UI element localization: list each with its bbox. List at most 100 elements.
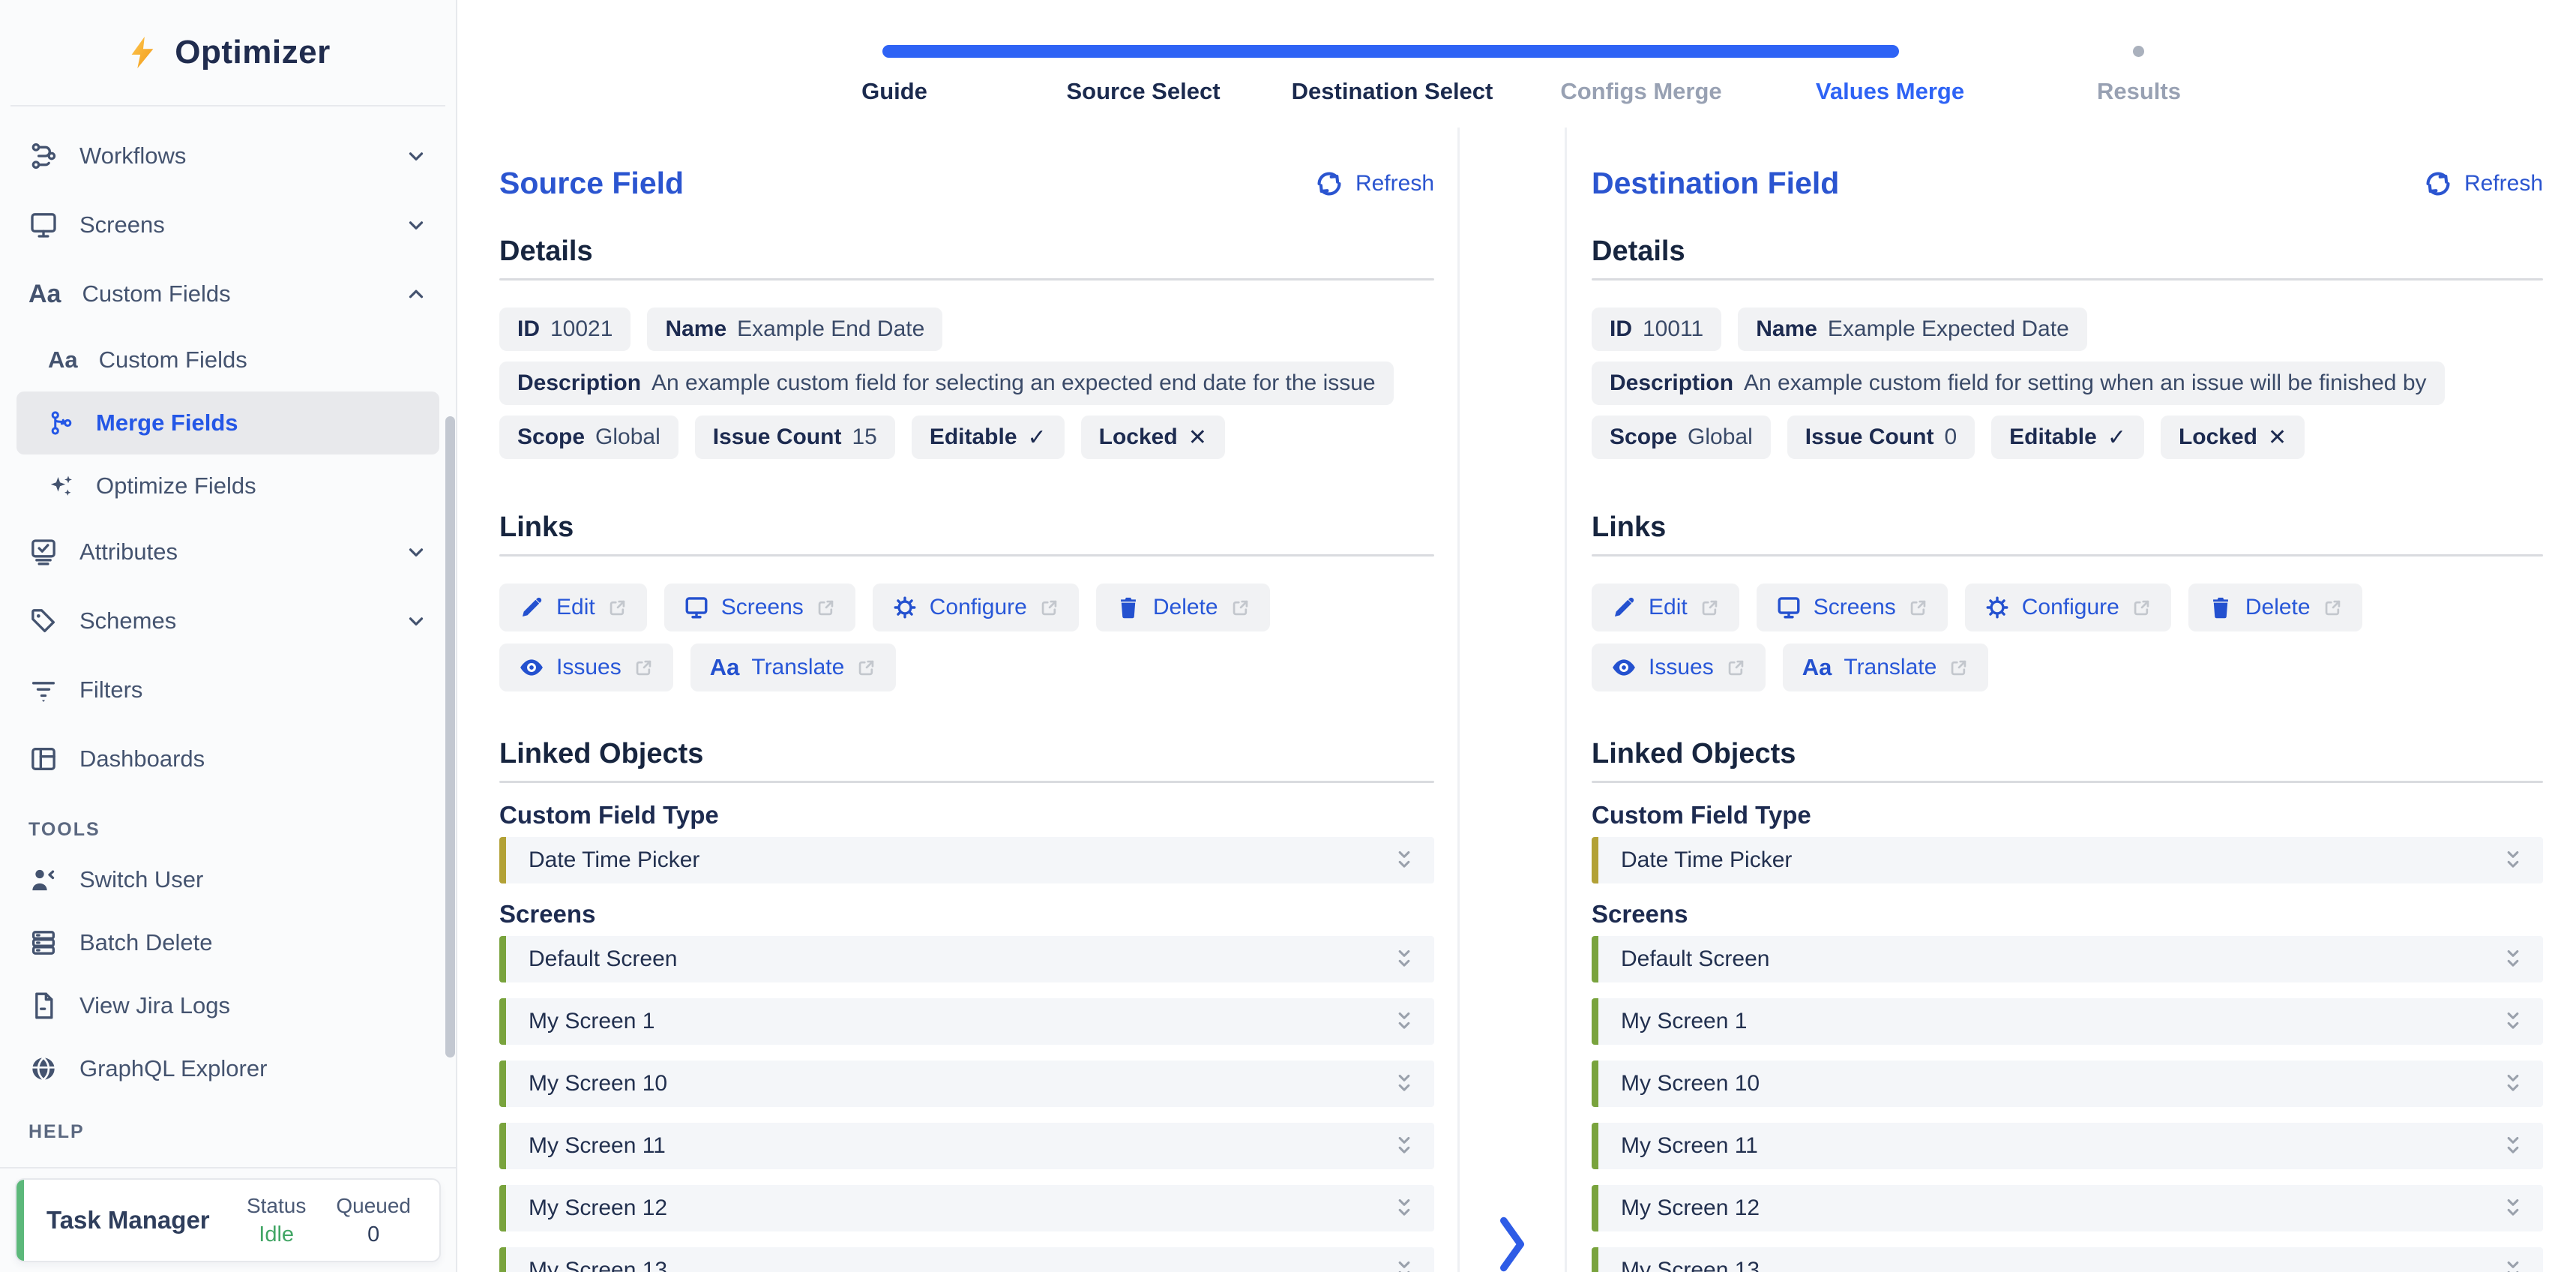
sidebar-item-graphql-explorer[interactable]: GraphQL Explorer	[16, 1037, 439, 1100]
sidebar-item-switch-user[interactable]: Switch User	[16, 848, 439, 911]
merge-icon	[48, 410, 75, 436]
destination-field-panel: Destination Field Refresh Details ID1001…	[1567, 128, 2576, 1272]
list-item-label: My Screen 10	[1621, 1071, 1760, 1096]
sidebar-item-view-jira-logs[interactable]: View Jira Logs	[16, 974, 439, 1037]
list-item[interactable]: My Screen 13	[1592, 1247, 2543, 1272]
sidebar-item-batch-delete[interactable]: Batch Delete	[16, 911, 439, 974]
custom-field-type-heading: Custom Field Type	[1592, 801, 2543, 830]
sidebar-item-optimize-fields[interactable]: Optimize Fields	[16, 454, 439, 518]
divider	[1592, 781, 2543, 783]
external-link-icon	[1700, 598, 1720, 618]
screens-list: Default Screen My Screen 1 My Screen 10	[1592, 936, 2543, 1272]
queued-value: 0	[367, 1222, 379, 1247]
sidebar-item-label: Custom Fields	[99, 346, 247, 374]
list-item[interactable]: Date Time Picker	[499, 837, 1434, 884]
translate-button[interactable]: AaTranslate	[690, 644, 897, 692]
list-item-label: My Screen 13	[529, 1258, 667, 1272]
list-item[interactable]: My Screen 10	[1592, 1060, 2543, 1107]
list-item[interactable]: My Screen 12	[1592, 1185, 2543, 1232]
sidebar-scrollbar-thumb[interactable]	[445, 416, 455, 1058]
list-item[interactable]: My Screen 11	[499, 1123, 1434, 1169]
list-item[interactable]: My Screen 11	[1592, 1123, 2543, 1169]
gear-icon	[892, 595, 918, 620]
custom-field-type-heading: Custom Field Type	[499, 801, 1434, 830]
next-page-chevron-button[interactable]	[1490, 1210, 1535, 1272]
sidebar-item-label: GraphQL Explorer	[79, 1055, 267, 1082]
translate-icon: Aa	[1802, 654, 1832, 681]
translate-button[interactable]: AaTranslate	[1783, 644, 1989, 692]
status-label: Status	[247, 1194, 306, 1218]
list-item[interactable]: Default Screen	[1592, 936, 2543, 982]
details-heading: Details	[499, 236, 1434, 268]
sidebar-item-custom-fields-sub[interactable]: Aa Custom Fields	[16, 328, 439, 392]
sidebar-item-label: Screens	[79, 212, 165, 238]
step-source-select[interactable]: Source Select	[1019, 78, 1268, 105]
list-item[interactable]: Default Screen	[499, 936, 1434, 982]
name-badge: NameExample End Date	[647, 308, 942, 351]
source-refresh-button[interactable]: Refresh	[1315, 170, 1434, 198]
external-link-icon	[607, 598, 628, 618]
chevron-down-icon	[405, 541, 427, 563]
configure-button[interactable]: Configure	[873, 584, 1079, 632]
issue-count-badge: Issue Count15	[695, 416, 895, 459]
list-item[interactable]: My Screen 12	[499, 1185, 1434, 1232]
issues-button[interactable]: Issues	[499, 644, 673, 692]
delete-button[interactable]: Delete	[2188, 584, 2362, 632]
sidebar-item-filters[interactable]: Filters	[16, 656, 439, 724]
issues-button[interactable]: Issues	[1592, 644, 1766, 692]
divider	[1592, 554, 2543, 556]
list-item[interactable]: My Screen 13	[499, 1247, 1434, 1272]
sidebar-item-attributes[interactable]: Attributes	[16, 518, 439, 586]
sidebar-item-custom-fields[interactable]: Aa Custom Fields	[16, 260, 439, 328]
list-item[interactable]: My Screen 10	[499, 1060, 1434, 1107]
sidebar-item-workflows[interactable]: Workflows	[16, 122, 439, 190]
step-destination-select[interactable]: Destination Select	[1268, 78, 1517, 105]
document-icon	[28, 991, 58, 1021]
scope-badge: ScopeGlobal	[499, 416, 678, 459]
external-link-icon	[1230, 598, 1251, 618]
step-values-merge[interactable]: Values Merge	[1766, 78, 2014, 105]
step-configs-merge[interactable]: Configs Merge	[1517, 78, 1766, 105]
chevrons-down-icon	[2503, 1009, 2524, 1034]
sparkles-icon	[48, 472, 75, 500]
step-results[interactable]: Results	[2014, 78, 2263, 105]
queued-label: Queued	[336, 1194, 411, 1218]
details-heading: Details	[1592, 236, 2543, 268]
tag-icon	[28, 606, 58, 636]
sidebar-item-merge-fields[interactable]: Merge Fields	[16, 392, 439, 454]
step-guide[interactable]: Guide	[770, 78, 1019, 105]
dashboard-icon	[28, 744, 58, 774]
external-link-icon	[634, 658, 654, 678]
pencil-icon	[519, 595, 544, 620]
list-item-label: My Screen 10	[529, 1071, 667, 1096]
panel-gutter	[1457, 128, 1567, 1272]
edit-button[interactable]: Edit	[1592, 584, 1739, 632]
configure-button[interactable]: Configure	[1965, 584, 2171, 632]
x-icon: ✕	[2268, 424, 2287, 451]
list-item[interactable]: My Screen 1	[1592, 998, 2543, 1045]
delete-button[interactable]: Delete	[1096, 584, 1270, 632]
sidebar-item-label: View Jira Logs	[79, 992, 230, 1019]
chevrons-down-icon	[1394, 946, 1415, 972]
links-heading: Links	[499, 512, 1434, 544]
main-content: Guide Source Select Destination Select C…	[457, 0, 2576, 1272]
list-item-label: My Screen 12	[529, 1196, 667, 1221]
edit-button[interactable]: Edit	[499, 584, 647, 632]
sidebar-item-dashboards[interactable]: Dashboards	[16, 724, 439, 794]
chevrons-down-icon	[2503, 1258, 2524, 1272]
chevron-down-icon	[405, 214, 427, 236]
tools-section-label: TOOLS	[28, 819, 439, 841]
list-item[interactable]: Date Time Picker	[1592, 837, 2543, 884]
sidebar-item-label: Dashboards	[79, 746, 205, 772]
editable-badge: Editable✓	[912, 416, 1065, 459]
screens-button[interactable]: Screens	[664, 584, 855, 632]
links-heading: Links	[1592, 512, 2543, 544]
gear-icon	[1984, 595, 2010, 620]
external-link-icon	[816, 598, 836, 618]
list-item[interactable]: My Screen 1	[499, 998, 1434, 1045]
database-icon	[28, 928, 58, 958]
sidebar-item-screens[interactable]: Screens	[16, 190, 439, 260]
destination-refresh-button[interactable]: Refresh	[2424, 170, 2543, 198]
sidebar-item-schemes[interactable]: Schemes	[16, 586, 439, 656]
screens-button[interactable]: Screens	[1757, 584, 1948, 632]
